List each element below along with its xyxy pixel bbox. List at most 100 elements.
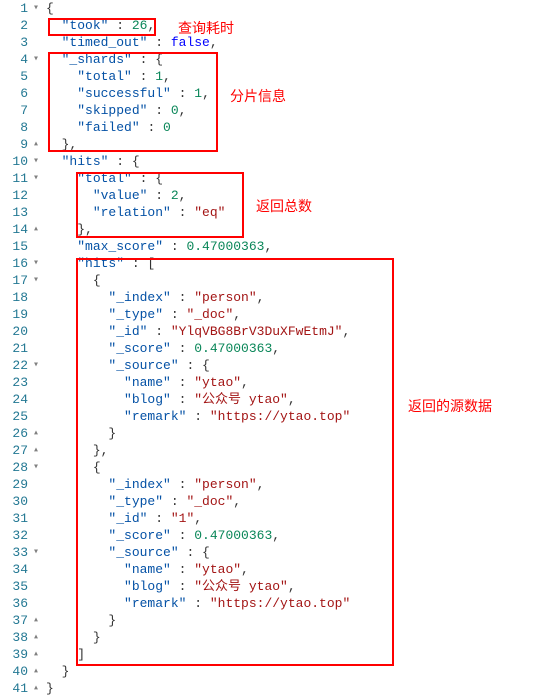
code-line: 20 "_id" : "YlqVBG8BrV3DuXFwEtmJ", bbox=[0, 323, 552, 340]
fold-icon bbox=[30, 68, 42, 85]
code-line: 7 "skipped" : 0, bbox=[0, 102, 552, 119]
code-line: 22▾ "_source" : { bbox=[0, 357, 552, 374]
code-content: "_source" : { bbox=[42, 357, 210, 374]
fold-icon bbox=[30, 527, 42, 544]
fold-icon[interactable]: ▴ bbox=[30, 425, 42, 442]
fold-icon[interactable]: ▾ bbox=[30, 459, 42, 476]
line-number: 35 bbox=[0, 578, 30, 595]
code-content: "hits" : [ bbox=[42, 255, 155, 272]
code-line: 3 "timed_out" : false, bbox=[0, 34, 552, 51]
fold-icon bbox=[30, 374, 42, 391]
fold-icon bbox=[30, 187, 42, 204]
code-content: "hits" : { bbox=[42, 153, 140, 170]
code-line: 23 "name" : "ytao", bbox=[0, 374, 552, 391]
code-content: }, bbox=[42, 136, 77, 153]
line-number: 8 bbox=[0, 119, 30, 136]
line-number: 14 bbox=[0, 221, 30, 238]
code-content: "_index" : "person", bbox=[42, 289, 264, 306]
fold-icon bbox=[30, 476, 42, 493]
code-line: 38▴ } bbox=[0, 629, 552, 646]
code-content: } bbox=[42, 425, 116, 442]
line-number: 22 bbox=[0, 357, 30, 374]
line-number: 32 bbox=[0, 527, 30, 544]
code-content: "_source" : { bbox=[42, 544, 210, 561]
line-number: 11 bbox=[0, 170, 30, 187]
fold-icon bbox=[30, 289, 42, 306]
code-line: 14▴ }, bbox=[0, 221, 552, 238]
code-line: 34 "name" : "ytao", bbox=[0, 561, 552, 578]
code-content: } bbox=[42, 629, 101, 646]
fold-icon[interactable]: ▴ bbox=[30, 629, 42, 646]
code-line: 15 "max_score" : 0.47000363, bbox=[0, 238, 552, 255]
code-line: 36 "remark" : "https://ytao.top" bbox=[0, 595, 552, 612]
code-content: "_id" : "1", bbox=[42, 510, 202, 527]
code-line: 19 "_type" : "_doc", bbox=[0, 306, 552, 323]
code-content: "_index" : "person", bbox=[42, 476, 264, 493]
fold-icon[interactable]: ▴ bbox=[30, 221, 42, 238]
fold-icon[interactable]: ▴ bbox=[30, 680, 42, 697]
fold-icon bbox=[30, 561, 42, 578]
fold-icon[interactable]: ▴ bbox=[30, 612, 42, 629]
code-line: 29 "_index" : "person", bbox=[0, 476, 552, 493]
line-number: 25 bbox=[0, 408, 30, 425]
fold-icon bbox=[30, 85, 42, 102]
line-number: 9 bbox=[0, 136, 30, 153]
code-content: "relation" : "eq" bbox=[42, 204, 225, 221]
fold-icon[interactable]: ▾ bbox=[30, 153, 42, 170]
code-content: "max_score" : 0.47000363, bbox=[42, 238, 272, 255]
line-number: 38 bbox=[0, 629, 30, 646]
code-content: ] bbox=[42, 646, 85, 663]
code-line: 33▾ "_source" : { bbox=[0, 544, 552, 561]
line-number: 18 bbox=[0, 289, 30, 306]
fold-icon bbox=[30, 578, 42, 595]
line-number: 30 bbox=[0, 493, 30, 510]
fold-icon[interactable]: ▾ bbox=[30, 170, 42, 187]
code-content: "blog" : "公众号 ytao", bbox=[42, 391, 296, 408]
fold-icon[interactable]: ▴ bbox=[30, 663, 42, 680]
fold-icon[interactable]: ▴ bbox=[30, 136, 42, 153]
line-number: 13 bbox=[0, 204, 30, 221]
line-number: 36 bbox=[0, 595, 30, 612]
line-number: 15 bbox=[0, 238, 30, 255]
fold-icon bbox=[30, 510, 42, 527]
code-line: 16▾ "hits" : [ bbox=[0, 255, 552, 272]
code-content: } bbox=[42, 680, 54, 697]
line-number: 28 bbox=[0, 459, 30, 476]
line-number: 26 bbox=[0, 425, 30, 442]
fold-icon bbox=[30, 323, 42, 340]
fold-icon bbox=[30, 34, 42, 51]
code-line: 17▾ { bbox=[0, 272, 552, 289]
code-line: 21 "_score" : 0.47000363, bbox=[0, 340, 552, 357]
fold-icon[interactable]: ▾ bbox=[30, 0, 42, 17]
code-content: "timed_out" : false, bbox=[42, 34, 218, 51]
line-number: 24 bbox=[0, 391, 30, 408]
code-content: "took" : 26, bbox=[42, 17, 155, 34]
code-content: { bbox=[42, 0, 54, 17]
fold-icon[interactable]: ▴ bbox=[30, 646, 42, 663]
code-content: } bbox=[42, 612, 116, 629]
code-line: 10▾ "hits" : { bbox=[0, 153, 552, 170]
line-number: 3 bbox=[0, 34, 30, 51]
code-content: "total" : 1, bbox=[42, 68, 171, 85]
fold-icon[interactable]: ▾ bbox=[30, 51, 42, 68]
line-number: 41 bbox=[0, 680, 30, 697]
fold-icon[interactable]: ▾ bbox=[30, 255, 42, 272]
code-content: "_score" : 0.47000363, bbox=[42, 340, 280, 357]
code-content: "value" : 2, bbox=[42, 187, 186, 204]
line-number: 2 bbox=[0, 17, 30, 34]
fold-icon[interactable]: ▾ bbox=[30, 544, 42, 561]
fold-icon bbox=[30, 17, 42, 34]
fold-icon[interactable]: ▾ bbox=[30, 357, 42, 374]
fold-icon[interactable]: ▾ bbox=[30, 272, 42, 289]
fold-icon[interactable]: ▴ bbox=[30, 442, 42, 459]
line-number: 40 bbox=[0, 663, 30, 680]
line-number: 31 bbox=[0, 510, 30, 527]
code-line: 25 "remark" : "https://ytao.top" bbox=[0, 408, 552, 425]
line-number: 23 bbox=[0, 374, 30, 391]
line-number: 10 bbox=[0, 153, 30, 170]
code-line: 39▴ ] bbox=[0, 646, 552, 663]
code-content: "_type" : "_doc", bbox=[42, 493, 241, 510]
line-number: 6 bbox=[0, 85, 30, 102]
line-number: 21 bbox=[0, 340, 30, 357]
code-line: 27▴ }, bbox=[0, 442, 552, 459]
